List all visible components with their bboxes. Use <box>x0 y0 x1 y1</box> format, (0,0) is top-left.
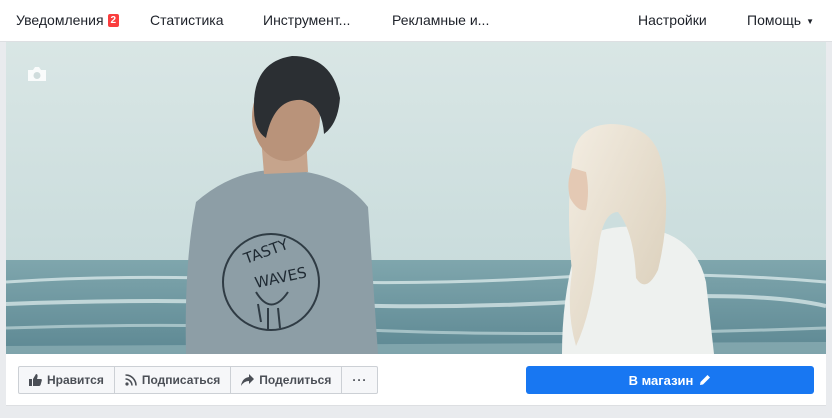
page-action-bar: Нравится Подписаться Поделиться ··· В ма… <box>6 354 826 406</box>
more-options-button[interactable]: ··· <box>342 367 377 393</box>
nav-help-label: Помощь <box>747 12 802 28</box>
nav-tools-label: Инструмент... <box>263 12 351 28</box>
nav-help[interactable]: Помощь ▼ <box>747 0 814 41</box>
nav-settings[interactable]: Настройки <box>638 0 707 41</box>
more-options-icon: ··· <box>352 373 368 387</box>
nav-statistics-label: Статистика <box>150 12 224 28</box>
cover-photo-image: TASTY WAVES <box>6 42 826 354</box>
shop-now-button-label: В магазин <box>628 372 694 388</box>
cover-photo[interactable]: TASTY WAVES <box>6 42 826 354</box>
chevron-down-icon: ▼ <box>806 17 814 26</box>
nav-statistics[interactable]: Статистика <box>150 0 224 41</box>
nav-tools[interactable]: Инструмент... <box>263 0 350 41</box>
nav-notifications-label: Уведомления <box>16 12 104 28</box>
notifications-badge: 2 <box>107 14 120 27</box>
page-top-nav: Уведомления 2 Статистика Инструмент... Ре… <box>0 0 832 42</box>
follow-button-label: Подписаться <box>141 373 221 387</box>
follow-button[interactable]: Подписаться <box>115 367 232 393</box>
pencil-icon[interactable] <box>699 374 711 386</box>
shop-now-button[interactable]: В магазин <box>526 366 814 394</box>
like-button[interactable]: Нравится <box>19 367 115 393</box>
rss-icon <box>125 374 137 386</box>
like-button-label: Нравится <box>47 373 104 387</box>
share-button[interactable]: Поделиться <box>231 367 343 393</box>
nav-ads-label: Рекламные и... <box>392 12 490 28</box>
nav-ads[interactable]: Рекламные и... <box>392 0 489 41</box>
nav-settings-label: Настройки <box>638 12 707 28</box>
thumbs-up-icon <box>29 374 42 386</box>
camera-icon[interactable] <box>26 66 48 82</box>
nav-notifications[interactable]: Уведомления 2 <box>16 0 120 41</box>
page-actions-group: Нравится Подписаться Поделиться ··· <box>18 366 379 394</box>
share-button-label: Поделиться <box>259 373 332 387</box>
share-arrow-icon <box>241 374 255 386</box>
